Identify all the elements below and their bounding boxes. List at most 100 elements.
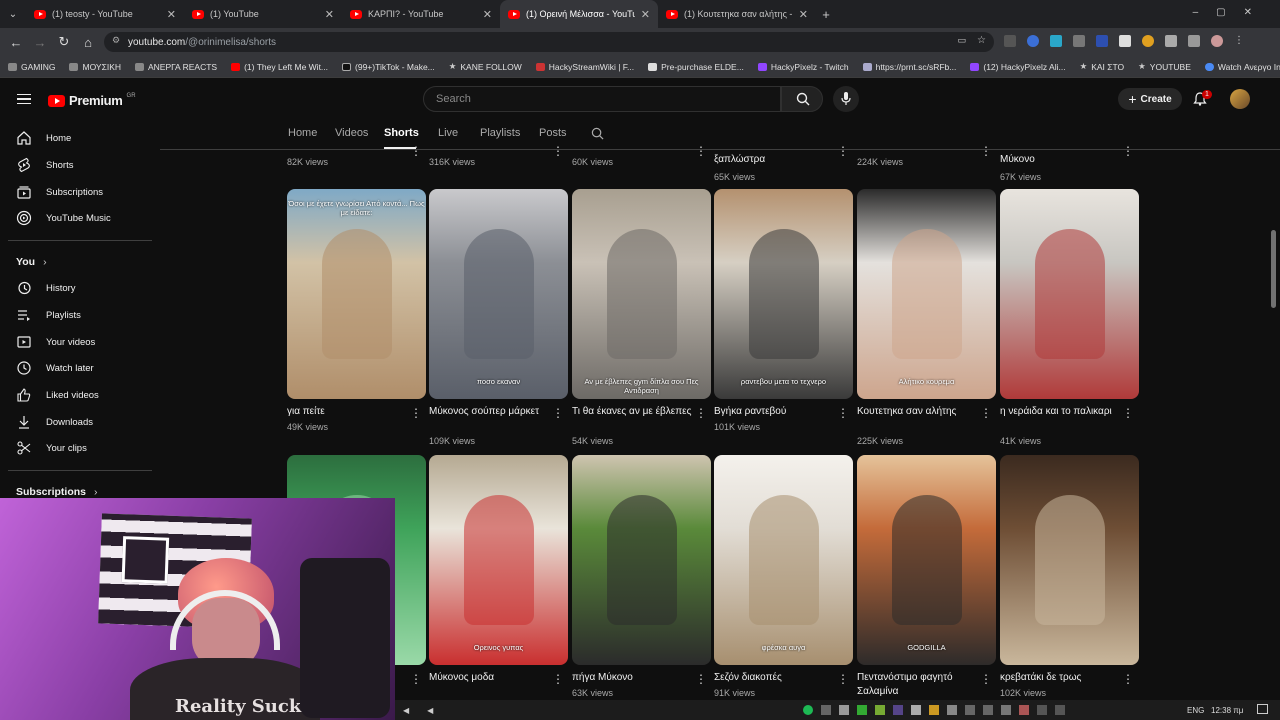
sidebar-item-subscriptions[interactable]: Subscriptions bbox=[16, 182, 103, 202]
more-options-icon[interactable]: ⋮ bbox=[410, 406, 422, 420]
bookmark-item[interactable]: ★ YOUTUBE bbox=[1138, 61, 1191, 72]
extension-icon[interactable] bbox=[1073, 35, 1085, 47]
bookmark-item[interactable]: (12) HackyPixelz Ali... bbox=[970, 62, 1066, 72]
sidebar-item-your-clips[interactable]: Your clips bbox=[16, 438, 87, 458]
forward-icon[interactable]: → bbox=[28, 35, 52, 50]
sidebar-item-history[interactable]: History bbox=[16, 278, 76, 298]
youtube-premium-logo[interactable]: Premium GR bbox=[48, 93, 136, 108]
tray-icon[interactable] bbox=[947, 705, 957, 715]
tray-icon[interactable] bbox=[875, 705, 885, 715]
bookmark-item[interactable]: ★ ΚΑΙ ΣΤΟ bbox=[1080, 61, 1125, 72]
tab-playlists[interactable]: Playlists bbox=[480, 127, 520, 139]
short-thumbnail[interactable]: Αλήτικο κουρεμα bbox=[857, 189, 996, 399]
more-options-icon[interactable]: ⋮ bbox=[552, 144, 564, 158]
more-options-icon[interactable]: ⋮ bbox=[980, 406, 992, 420]
short-caption[interactable]: πήγα Μύκονο bbox=[572, 671, 692, 685]
account-avatar[interactable] bbox=[1230, 89, 1250, 109]
short-thumbnail[interactable] bbox=[1000, 189, 1139, 399]
short-thumbnail[interactable] bbox=[572, 455, 711, 665]
tray-icon[interactable] bbox=[857, 705, 867, 715]
channel-search-icon[interactable] bbox=[591, 127, 604, 140]
bookmark-item[interactable]: HackyStreamWiki | F... bbox=[535, 62, 634, 72]
close-icon[interactable]: ✕ bbox=[641, 8, 650, 21]
new-tab-icon[interactable]: + bbox=[816, 7, 836, 22]
short-thumbnail[interactable]: Αν με έβλεπες gym δίπλα σου Πες Αντιδρασ… bbox=[572, 189, 711, 399]
back-icon[interactable]: ← bbox=[4, 35, 28, 50]
short-caption[interactable]: Βγήκα ραντεβού bbox=[714, 405, 834, 419]
sidebar-item-liked-videos[interactable]: Liked videos bbox=[16, 385, 99, 405]
close-icon[interactable]: ✕ bbox=[325, 8, 334, 21]
sidebar-item-youtube-music[interactable]: YouTube Music bbox=[16, 208, 111, 228]
extension-icon[interactable] bbox=[1119, 35, 1131, 47]
network-icon[interactable] bbox=[1037, 705, 1047, 715]
browser-tab[interactable]: (1) YouTube ✕ bbox=[184, 0, 342, 28]
tab-search-icon[interactable]: ⌄ bbox=[0, 9, 26, 20]
star-icon[interactable]: ☆ bbox=[977, 35, 986, 46]
more-options-icon[interactable]: ⋮ bbox=[552, 406, 564, 420]
more-options-icon[interactable]: ⋮ bbox=[695, 144, 707, 158]
search-input[interactable]: Search bbox=[423, 86, 781, 112]
sidebar-item-watch-later[interactable]: Watch later bbox=[16, 358, 94, 378]
tray-icon[interactable] bbox=[839, 705, 849, 715]
page-scrollbar[interactable] bbox=[1271, 230, 1276, 308]
more-options-icon[interactable]: ⋮ bbox=[410, 672, 422, 686]
short-caption[interactable]: Μύκονο bbox=[1000, 153, 1120, 167]
bookmark-item[interactable]: ΜΟΥΣΙΚΗ bbox=[69, 62, 121, 72]
tray-icon[interactable] bbox=[965, 705, 975, 715]
reload-icon[interactable]: ↻ bbox=[52, 34, 76, 50]
short-thumbnail[interactable]: ραντεβου μετα το τεχνερο bbox=[714, 189, 853, 399]
more-options-icon[interactable]: ⋮ bbox=[837, 144, 849, 158]
more-options-icon[interactable]: ⋮ bbox=[1122, 406, 1134, 420]
tab-home[interactable]: Home bbox=[288, 127, 317, 139]
bookmark-item[interactable]: GAMING bbox=[8, 62, 55, 72]
more-options-icon[interactable]: ⋮ bbox=[980, 144, 992, 158]
close-icon[interactable]: ✕ bbox=[483, 8, 492, 21]
bookmark-item[interactable]: https://prnt.sc/sRFb... bbox=[862, 62, 956, 72]
short-thumbnail[interactable]: ποσο εκαναν bbox=[429, 189, 568, 399]
home-icon[interactable]: ⌂ bbox=[76, 35, 100, 50]
tray-icon[interactable] bbox=[911, 705, 921, 715]
short-caption[interactable]: Μύκονος σούπερ μάρκετ bbox=[429, 405, 549, 419]
spotify-icon[interactable] bbox=[803, 705, 813, 715]
extension-icon[interactable] bbox=[1027, 35, 1039, 47]
sidebar-item-downloads[interactable]: Downloads bbox=[16, 412, 93, 432]
short-caption[interactable]: η νεράιδα και το παλικαρι bbox=[1000, 405, 1120, 419]
more-options-icon[interactable]: ⋮ bbox=[980, 672, 992, 686]
short-thumbnail[interactable] bbox=[1000, 455, 1139, 665]
short-caption[interactable]: Τι θα έκανες αν με έβλεπες bbox=[572, 405, 692, 419]
short-caption[interactable]: Πεντανόστιμο φαγητό Σαλαμίνα bbox=[857, 671, 977, 699]
short-caption[interactable]: κρεβατάκι δε τρως bbox=[1000, 671, 1120, 685]
short-caption[interactable]: ξαπλώστρα bbox=[714, 153, 834, 167]
extension-icon[interactable] bbox=[1096, 35, 1108, 47]
sidebar-item-playlists[interactable]: Playlists bbox=[16, 305, 81, 325]
browser-tab[interactable]: (1) teosty - YouTube ✕ bbox=[26, 0, 184, 28]
clock[interactable]: 12:38 πμ bbox=[1211, 706, 1243, 715]
extension-icon[interactable] bbox=[1142, 35, 1154, 47]
tab-shorts[interactable]: Shorts bbox=[384, 127, 419, 139]
tray-icon[interactable] bbox=[1019, 705, 1029, 715]
extension-icon[interactable] bbox=[1004, 35, 1016, 47]
browser-tab[interactable]: (1) Κουτετηκα σαν αλήτης - Yo ✕ bbox=[658, 0, 816, 28]
language-indicator[interactable]: ENG bbox=[1187, 706, 1204, 715]
bookmark-item[interactable]: HackyPixelz - Twitch bbox=[757, 62, 849, 72]
address-bar[interactable]: ⚙ youtube.com/@orinimelisa/shorts ☆ ▭ bbox=[104, 32, 994, 52]
bookmark-item[interactable]: Pre-purchase ELDE... bbox=[648, 62, 744, 72]
volume-icon[interactable] bbox=[1055, 705, 1065, 715]
bookmark-item[interactable]: ★ KANE FOLLOW bbox=[449, 61, 522, 72]
create-button[interactable]: + Create bbox=[1118, 88, 1182, 110]
sidebar-item-your-videos[interactable]: Your videos bbox=[16, 332, 95, 352]
browser-tab[interactable]: ΚΑΡΠΙ? - YouTube ✕ bbox=[342, 0, 500, 28]
puzzle-icon[interactable] bbox=[1165, 35, 1177, 47]
bookmark-item[interactable]: (99+)TikTok - Make... bbox=[342, 62, 435, 72]
more-options-icon[interactable]: ⋮ bbox=[837, 406, 849, 420]
short-thumbnail[interactable]: Όσοι με έχετε γνωρίσει Από κοντά... Πως … bbox=[287, 189, 426, 399]
tab-videos[interactable]: Videos bbox=[335, 127, 368, 139]
short-thumbnail[interactable]: Ορεινος γυπας bbox=[429, 455, 568, 665]
search-button[interactable] bbox=[781, 86, 823, 112]
extension-icon[interactable] bbox=[1050, 35, 1062, 47]
menu-icon[interactable]: ⋮ bbox=[1234, 35, 1246, 47]
media-icon[interactable] bbox=[1188, 35, 1200, 47]
more-options-icon[interactable]: ⋮ bbox=[1122, 672, 1134, 686]
bookmark-item[interactable]: Watch Ανεργο Intro... bbox=[1204, 62, 1280, 72]
sidebar-item-home[interactable]: Home bbox=[16, 128, 71, 148]
